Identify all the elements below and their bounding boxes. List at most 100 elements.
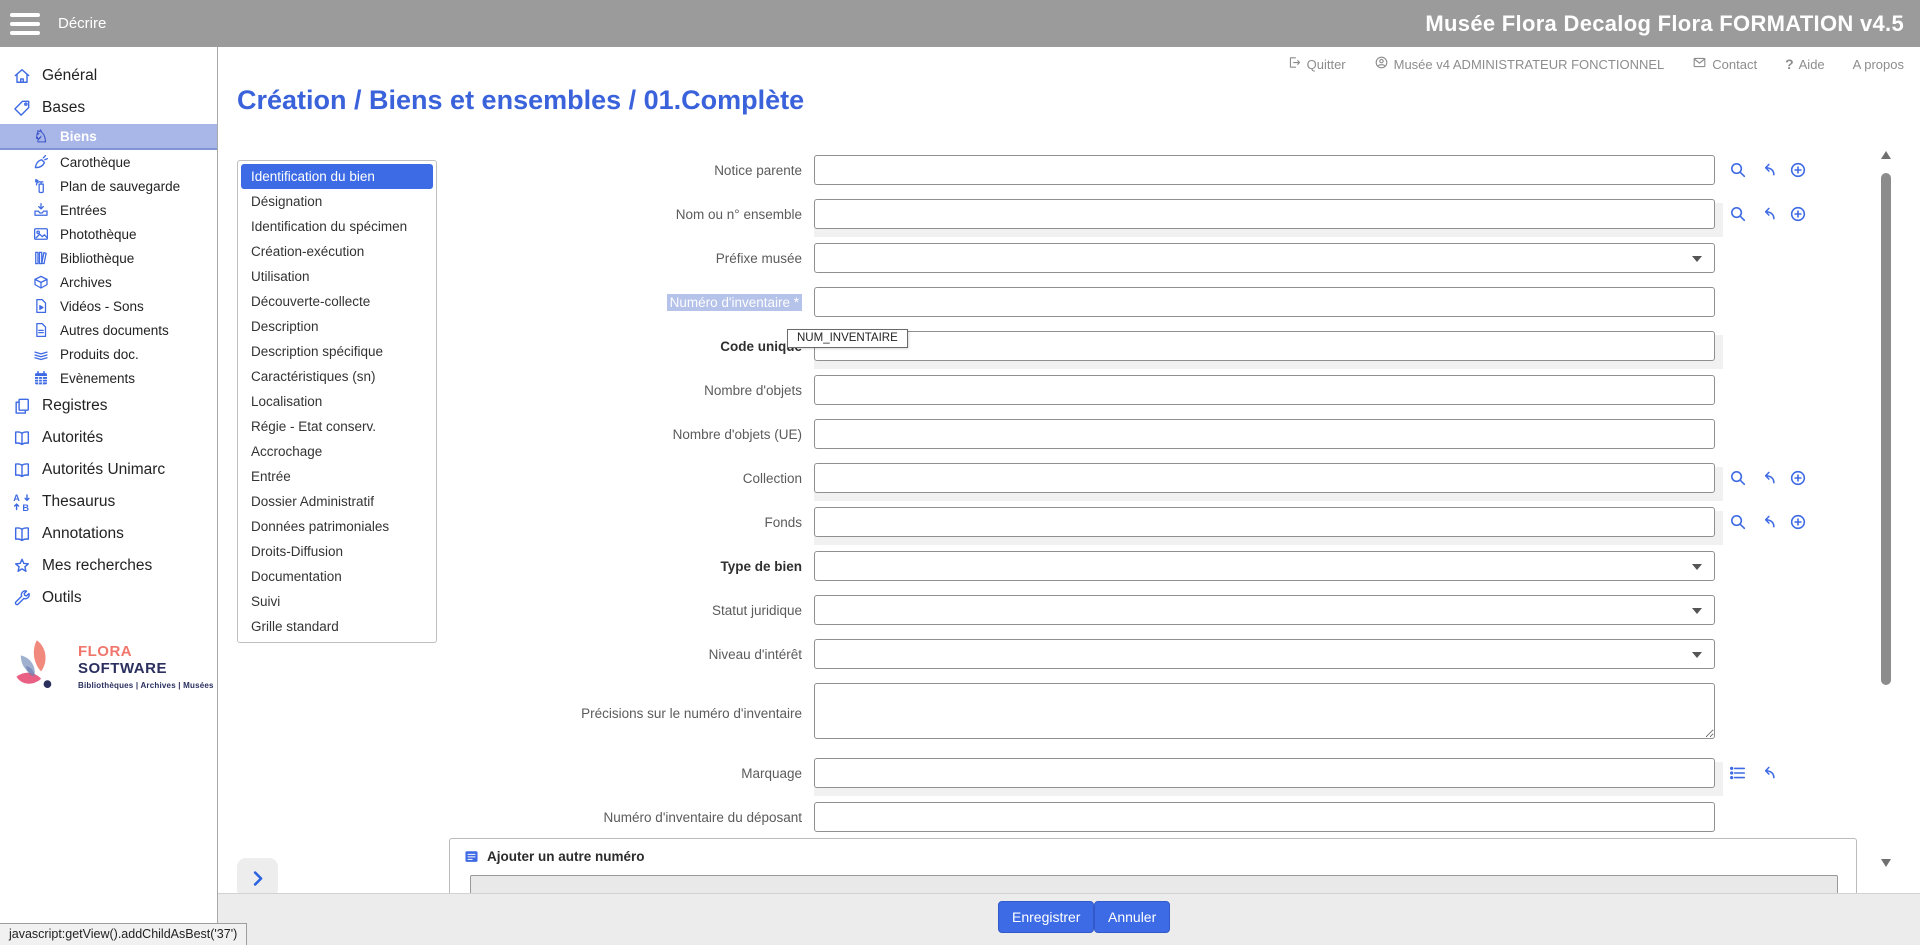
sidebar-item-bases[interactable]: Bases (0, 92, 217, 124)
link-musee-v4-administrateur-fonctionnel[interactable]: Musée v4 ADMINISTRATEUR FONCTIONNEL (1374, 55, 1664, 73)
open-box-icon (32, 273, 50, 291)
tab-utilisation[interactable]: Utilisation (241, 264, 433, 289)
plus-circle-icon[interactable] (1788, 160, 1808, 180)
book-icon (12, 460, 32, 480)
tab-description[interactable]: Description (241, 314, 433, 339)
form-row-notice-parente: Notice parente (438, 155, 1858, 185)
sidebar-item-autorites[interactable]: Autorités (0, 422, 217, 454)
sidebar-item-registres[interactable]: Registres (0, 390, 217, 422)
vertical-scrollbar (1880, 151, 1892, 867)
tab-dossier-administratif[interactable]: Dossier Administratif (241, 489, 433, 514)
sidebar-item-bibliotheque[interactable]: Bibliothèque (0, 246, 217, 270)
search-icon[interactable] (1728, 468, 1748, 488)
undo-icon[interactable] (1758, 204, 1778, 224)
field-label-nom-ou-n-ensemble: Nom ou n° ensemble (675, 206, 802, 222)
sidebar-item-phototheque[interactable]: Photothèque (0, 222, 217, 246)
doc-file-icon (32, 321, 50, 339)
undo-icon[interactable] (1758, 512, 1778, 532)
sidebar-item-autres-documents[interactable]: Autres documents (0, 318, 217, 342)
plus-circle-icon[interactable] (1788, 512, 1808, 532)
link-a-propos[interactable]: A propos (1853, 57, 1904, 72)
field-nom-ou-n-ensemble[interactable] (814, 199, 1715, 229)
scroll-down-arrow[interactable] (1881, 859, 1891, 867)
sidebar-item-thesaurus[interactable]: A B Thesaurus (0, 486, 217, 518)
az-sort-icon: AB (12, 492, 32, 512)
tab-droits-diffusion[interactable]: Droits-Diffusion (241, 539, 433, 564)
field-collection[interactable] (814, 463, 1715, 493)
tab-regie-etat-conserv[interactable]: Régie - Etat conserv. (241, 414, 433, 439)
hamburger-menu-icon[interactable] (10, 12, 40, 35)
next-page-button[interactable] (237, 858, 278, 898)
sidebar-item-evenements[interactable]: Evènements (0, 366, 217, 390)
link-contact[interactable]: Contact (1692, 55, 1757, 73)
link-aide[interactable]: ? Aide (1785, 56, 1825, 72)
sidebar-item-entrees[interactable]: Entrées (0, 198, 217, 222)
tab-accrochage[interactable]: Accrochage (241, 439, 433, 464)
sidebar-item-plan-de-sauvegarde[interactable]: Plan de sauvegarde (0, 174, 217, 198)
field-nombre-d-objets-ue[interactable] (814, 419, 1715, 449)
field-label-precisions-sur-le-numero-d-inventaire: Précisions sur le numéro d'inventaire (581, 706, 802, 721)
tab-identification-du-bien[interactable]: Identification du bien (241, 164, 433, 189)
plus-circle-icon[interactable] (1788, 468, 1808, 488)
carrot-icon (32, 153, 50, 171)
field-nombre-d-objets[interactable] (814, 375, 1715, 405)
tab-entree[interactable]: Entrée (241, 464, 433, 489)
tab-description-specifique[interactable]: Description spécifique (241, 339, 433, 364)
scroll-up-arrow[interactable] (1881, 151, 1891, 159)
link-quitter[interactable]: Quitter (1287, 55, 1346, 73)
sidebar-item-autorites-unimarc[interactable]: Autorités Unimarc (0, 454, 217, 486)
field-statut-juridique[interactable] (814, 595, 1715, 625)
form-area: Notice parente Nom ou n° ensemble Préfixe … (438, 155, 1858, 846)
field-notice-parente[interactable] (814, 155, 1715, 185)
main-content: Quitter Musée v4 ADMINISTRATEUR FONCTIONN… (218, 47, 1920, 945)
field-label-numero-d-inventaire: Numéro d'inventaire * (438, 293, 814, 311)
field-label-marquage: Marquage (741, 765, 802, 781)
sidebar-item-outils[interactable]: Outils (0, 582, 217, 614)
field-marquage[interactable] (814, 758, 1715, 788)
undo-icon[interactable] (1758, 763, 1778, 783)
field-numero-d-inventaire-du-deposant[interactable] (814, 802, 1715, 832)
sidebar-item-produits-doc[interactable]: Produits doc. (0, 342, 217, 366)
save-button[interactable]: Enregistrer (998, 901, 1095, 933)
field-label-statut-juridique: Statut juridique (711, 602, 802, 618)
sidebar-item-annotations[interactable]: Annotations (0, 518, 217, 550)
cancel-button[interactable]: Annuler (1094, 901, 1171, 933)
tab-grille-standard[interactable]: Grille standard (241, 614, 433, 639)
sidebar-item-biens[interactable]: ♘ Biens (0, 124, 217, 150)
plus-circle-icon[interactable] (1788, 204, 1808, 224)
sidebar-item-mes-recherches[interactable]: Mes recherches (0, 550, 217, 582)
sidebar-item-videos-sons[interactable]: Vidéos - Sons (0, 294, 217, 318)
tab-suivi[interactable]: Suivi (241, 589, 433, 614)
field-precisions-sur-le-numero-d-inventaire[interactable] (814, 683, 1715, 739)
undo-icon[interactable] (1758, 160, 1778, 180)
field-numero-d-inventaire[interactable] (814, 287, 1715, 317)
tab-designation[interactable]: Désignation (241, 189, 433, 214)
tab-documentation[interactable]: Documentation (241, 564, 433, 589)
undo-icon[interactable] (1758, 468, 1778, 488)
sidebar-item-carotheque[interactable]: Carothèque (0, 150, 217, 174)
field-code-unique[interactable] (814, 331, 1715, 361)
field-prefixe-musee[interactable] (814, 243, 1715, 273)
field-label-collection: Collection (742, 470, 802, 486)
form-row-numero-d-inventaire-du-deposant: Numéro d'inventaire du déposant (438, 802, 1858, 832)
tab-identification-du-specimen[interactable]: Identification du spécimen (241, 214, 433, 239)
search-icon[interactable] (1728, 204, 1748, 224)
sidebar-item-general[interactable]: Général (0, 60, 217, 92)
tab-donnees-patrimoniales[interactable]: Données patrimoniales (241, 514, 433, 539)
sidebar-item-archives[interactable]: Archives (0, 270, 217, 294)
form-row-code-unique: Code unique (438, 331, 1858, 369)
field-type-de-bien[interactable] (814, 551, 1715, 581)
form-row-nom-ou-n-ensemble: Nom ou n° ensemble (438, 199, 1858, 237)
tab-decouverte-collecte[interactable]: Découverte-collecte (241, 289, 433, 314)
page-title: Création / Biens et ensembles / 01.Compl… (237, 85, 805, 115)
inbox-download-icon (32, 201, 50, 219)
scrollbar-thumb[interactable] (1881, 173, 1891, 685)
list-icon[interactable] (1728, 763, 1748, 783)
tab-creation-execution[interactable]: Création-exécution (241, 239, 433, 264)
field-niveau-d-interet[interactable] (814, 639, 1715, 669)
tab-caracteristiques-sn[interactable]: Caractéristiques (sn) (241, 364, 433, 389)
tab-localisation[interactable]: Localisation (241, 389, 433, 414)
field-fonds[interactable] (814, 507, 1715, 537)
search-icon[interactable] (1728, 512, 1748, 532)
search-icon[interactable] (1728, 160, 1748, 180)
